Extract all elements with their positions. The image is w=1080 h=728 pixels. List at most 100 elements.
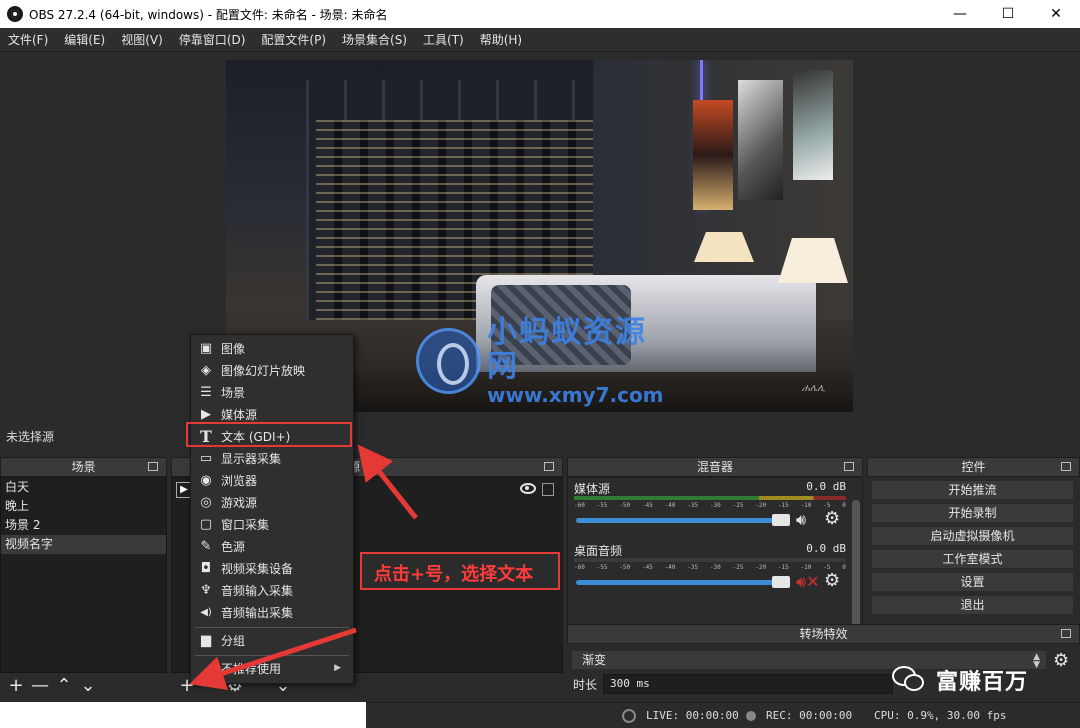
rec-time: REC: 00:00:00 <box>766 709 853 722</box>
menu-item-deprecated[interactable]: 不推荐使用 ▶ <box>191 657 353 679</box>
menu-item-label: 图像幻灯片放映 <box>221 363 306 378</box>
live-broadcast-icon <box>622 709 636 723</box>
studio-mode-button[interactable]: 工作室模式 <box>871 549 1074 569</box>
float-dock-icon[interactable] <box>844 462 854 471</box>
float-dock-icon[interactable] <box>148 462 158 471</box>
menu-item-image[interactable]: ▣ 图像 <box>191 337 353 359</box>
menu-item-label: 图像 <box>221 341 246 356</box>
speaker-icon[interactable]: 🔊︎ <box>796 510 806 530</box>
scenes-dock: 场景 白天 晚上 场景 2 视频名字 + — ⌃ ⌄ <box>0 457 167 698</box>
scene-item[interactable]: 场景 2 <box>1 516 166 535</box>
volume-slider-handle[interactable] <box>772 514 790 526</box>
window-title: OBS 27.2.4 (64-bit, windows) - 配置文件: 未命名… <box>29 7 388 22</box>
scene-item-selected[interactable]: 视频名字 <box>1 535 166 554</box>
float-dock-icon[interactable] <box>1061 629 1071 638</box>
float-dock-icon[interactable] <box>1061 462 1071 471</box>
meter-tick: -40 <box>664 502 676 509</box>
menu-item-window-capture[interactable]: ▢ 窗口采集 <box>191 513 353 535</box>
menu-item-game-capture[interactable]: ◎ 游戏源 <box>191 491 353 513</box>
meter-tick: 0 <box>842 502 846 509</box>
selection-status: 未选择源 <box>0 426 1080 448</box>
minimize-button[interactable]: — <box>936 0 984 28</box>
scenes-list[interactable]: 白天 晚上 场景 2 视频名字 <box>0 477 167 673</box>
menu-item-scene[interactable]: ☰ 场景 <box>191 381 353 403</box>
menu-item-display-capture[interactable]: ▭ 显示器采集 <box>191 447 353 469</box>
meter-tick: -50 <box>619 502 631 509</box>
channel-name: 桌面音频 <box>574 544 623 558</box>
meter-tick: -30 <box>709 502 721 509</box>
gear-icon[interactable]: ⚙ <box>824 570 840 591</box>
live-time: LIVE: 00:00:00 <box>646 709 739 722</box>
muted-speaker-icon[interactable]: 🔊︎✕ <box>796 572 820 592</box>
move-scene-down-button[interactable]: ⌄ <box>76 674 100 696</box>
volume-meter <box>574 496 846 500</box>
menu-file[interactable]: 文件(F) <box>0 31 56 48</box>
meter-tick: -25 <box>732 564 744 571</box>
volume-slider-handle[interactable] <box>772 576 790 588</box>
exit-button[interactable]: 退出 <box>871 595 1074 615</box>
start-virtual-camera-button[interactable]: 启动虚拟摄像机 <box>871 526 1074 546</box>
meter-tick: -45 <box>641 502 653 509</box>
menu-item-audio-input-capture[interactable]: ♆ 音频输入采集 <box>191 579 353 601</box>
move-scene-up-button[interactable]: ⌃ <box>52 674 76 696</box>
scenes-toolbar: + — ⌃ ⌄ <box>0 673 167 697</box>
gear-icon[interactable]: ⚙ <box>824 508 840 529</box>
duration-input[interactable]: 300 ms <box>603 674 893 694</box>
list-icon: ☰ <box>200 384 212 400</box>
meter-tick: -60 <box>574 502 585 509</box>
brush-icon: ✎ <box>200 538 212 554</box>
menu-docks[interactable]: 停靠窗口(D) <box>171 31 254 48</box>
play-icon: ▶ <box>201 406 211 422</box>
controls-dock: 控件 开始推流 开始录制 启动虚拟摄像机 工作室模式 设置 退出 <box>867 457 1080 620</box>
menu-item-label: 分组 <box>221 633 246 648</box>
visibility-eye-icon[interactable] <box>520 483 536 494</box>
menu-item-group[interactable]: ▆ 分组 <box>191 629 353 651</box>
menu-item-label: 窗口采集 <box>221 517 270 532</box>
menu-view[interactable]: 视图(V) <box>113 31 171 48</box>
menu-item-slideshow[interactable]: ◈ 图像幻灯片放映 <box>191 359 353 381</box>
camera-icon: ◘ <box>200 560 212 576</box>
mixer-channel-media: 媒体源 0.0 dB -60 -55 -50 -45 -40 -35 -30 -25 -20 -1… <box>572 480 848 542</box>
menu-item-label: 不推荐使用 <box>221 661 282 676</box>
menu-item-label: 媒体源 <box>221 407 258 422</box>
scene-item[interactable]: 晚上 <box>1 497 166 516</box>
menu-profile[interactable]: 配置文件(P) <box>253 31 334 48</box>
menu-tools[interactable]: 工具(T) <box>415 31 472 48</box>
menu-item-color-source[interactable]: ✎ 色源 <box>191 535 353 557</box>
meter-tick: -55 <box>596 502 608 509</box>
volume-slider[interactable] <box>576 518 788 523</box>
mixer-scrollbar[interactable] <box>852 500 860 634</box>
annotation-box: 点击+号，选择文本 <box>360 552 560 590</box>
close-button[interactable]: ✕ <box>1032 0 1080 28</box>
image-icon: ▣ <box>199 340 213 356</box>
menu-item-label: 显示器采集 <box>221 451 282 466</box>
wechat-bubble <box>904 674 924 691</box>
scenes-dock-title: 场景 <box>71 460 96 474</box>
duration-label: 时长 <box>573 678 598 692</box>
highlight-box <box>186 422 352 447</box>
mixer-body: 媒体源 0.0 dB -60 -55 -50 -45 -40 -35 -30 -25 -20 -1… <box>567 477 863 639</box>
meter-tick: 0 <box>842 564 846 571</box>
menu-item-audio-output-capture[interactable]: ◀) 音频输出采集 <box>191 601 353 623</box>
volume-slider[interactable] <box>576 580 788 585</box>
mixer-dock-title: 混音器 <box>696 460 733 474</box>
window-controls: — ☐ ✕ <box>936 0 1080 28</box>
menu-item-video-capture-device[interactable]: ◘ 视频采集设备 <box>191 557 353 579</box>
float-dock-icon[interactable] <box>544 462 554 471</box>
remove-scene-button[interactable]: — <box>28 674 52 696</box>
menu-item-browser[interactable]: ◉ 浏览器 <box>191 469 353 491</box>
menu-help[interactable]: 帮助(H) <box>472 31 530 48</box>
settings-button[interactable]: 设置 <box>871 572 1074 592</box>
menu-item-label: 场景 <box>221 385 246 400</box>
maximize-button[interactable]: ☐ <box>984 0 1032 28</box>
scene-item[interactable]: 白天 <box>1 478 166 497</box>
blank-icon <box>197 659 215 677</box>
gamepad-icon: ◎ <box>200 494 212 510</box>
menu-scene-collection[interactable]: 场景集合(S) <box>334 31 415 48</box>
start-recording-button[interactable]: 开始录制 <box>871 503 1074 523</box>
start-streaming-button[interactable]: 开始推流 <box>871 480 1074 500</box>
menu-edit[interactable]: 编辑(E) <box>56 31 113 48</box>
lock-icon[interactable] <box>542 483 554 496</box>
transition-selected-value: 渐变 <box>582 653 607 667</box>
add-scene-button[interactable]: + <box>4 674 28 696</box>
